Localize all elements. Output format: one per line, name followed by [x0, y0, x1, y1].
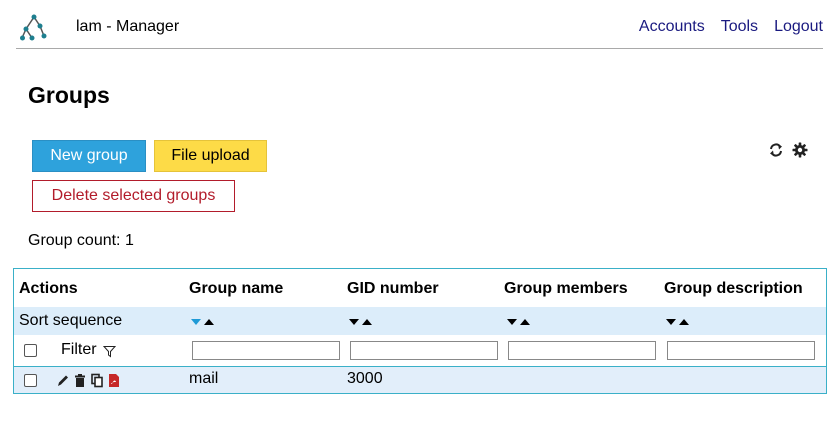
filter-label: Filter — [61, 341, 97, 358]
delete-icon[interactable] — [73, 373, 87, 388]
nav-tools-link[interactable]: Tools — [721, 18, 758, 36]
refresh-icon[interactable] — [767, 141, 785, 159]
delete-selected-groups-button[interactable]: Delete selected groups — [32, 180, 235, 212]
sort-asc-icon[interactable] — [520, 319, 530, 325]
group-count: Group count: 1 — [28, 232, 134, 249]
filter-gid-number-input[interactable] — [350, 341, 498, 360]
group-name-cell: mail — [189, 370, 219, 387]
file-upload-button[interactable]: File upload — [154, 140, 267, 172]
nav-logout-link[interactable]: Logout — [774, 18, 823, 36]
sort-sequence-label: Sort sequence — [19, 312, 123, 329]
copy-icon[interactable] — [90, 373, 104, 388]
new-group-button[interactable]: New group — [32, 140, 146, 172]
edit-icon[interactable] — [56, 373, 70, 388]
gid-number-cell: 3000 — [347, 370, 383, 387]
table-row: mail 3000 — [14, 366, 826, 393]
select-all-checkbox[interactable] — [24, 344, 37, 357]
column-header-group-members[interactable]: Group members — [504, 280, 628, 298]
sort-group-description — [666, 319, 689, 325]
row-actions — [56, 373, 121, 388]
sort-group-members — [507, 319, 530, 325]
lam-logo-icon — [20, 14, 47, 41]
column-header-group-name[interactable]: Group name — [189, 280, 283, 298]
app-title: lam - Manager — [76, 18, 180, 35]
sort-row: Sort sequence — [14, 307, 826, 335]
column-header-group-description[interactable]: Group description — [664, 280, 803, 298]
sort-asc-icon[interactable] — [679, 319, 689, 325]
column-header-gid-number[interactable]: GID number — [347, 280, 439, 298]
sort-gid-number — [349, 319, 372, 325]
sort-desc-icon[interactable] — [666, 319, 676, 325]
gear-icon[interactable] — [791, 141, 809, 159]
filter-row: Filter — [14, 335, 826, 365]
filter-group-name-input[interactable] — [192, 341, 340, 360]
sort-asc-icon[interactable] — [362, 319, 372, 325]
sort-asc-icon[interactable] — [204, 319, 214, 325]
top-nav: Accounts Tools Logout — [623, 18, 823, 36]
pdf-icon[interactable] — [107, 373, 121, 388]
page-title: Groups — [28, 82, 110, 108]
filter-icon[interactable] — [103, 345, 116, 358]
sort-desc-icon[interactable] — [349, 319, 359, 325]
filter-group-members-input[interactable] — [508, 341, 656, 360]
groups-table: Actions Group name GID number Group memb… — [13, 268, 827, 394]
column-header-actions: Actions — [19, 280, 78, 297]
sort-desc-icon[interactable] — [507, 319, 517, 325]
nav-accounts-link[interactable]: Accounts — [639, 18, 705, 36]
filter-group-description-input[interactable] — [667, 341, 815, 360]
list-tools — [767, 141, 809, 159]
sort-group-name — [191, 319, 214, 325]
sort-desc-icon[interactable] — [191, 319, 201, 325]
table-header-row: Actions Group name GID number Group memb… — [14, 269, 826, 307]
header: lam - Manager Accounts Tools Logout — [16, 0, 823, 49]
row-select-checkbox[interactable] — [24, 374, 37, 387]
